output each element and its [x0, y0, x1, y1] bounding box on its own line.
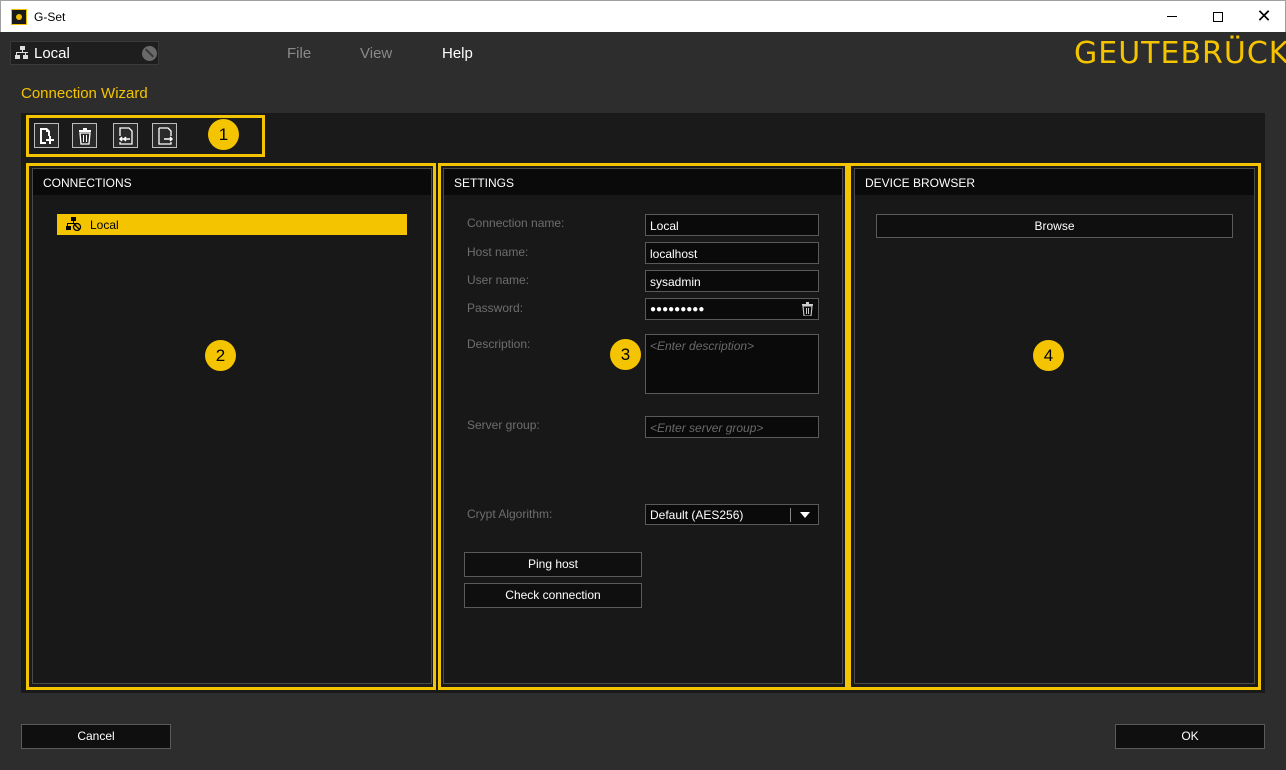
callout-badge: 2: [205, 340, 236, 371]
ok-button[interactable]: OK: [1115, 724, 1265, 749]
callout-badge: 1: [208, 119, 239, 150]
app-header: Local File View Help GEUTEBRÜCK: [1, 32, 1286, 76]
brand-logo: GEUTEBRÜCK: [1074, 36, 1286, 71]
minimize-button[interactable]: [1149, 1, 1195, 32]
close-button[interactable]: ✕: [1241, 1, 1286, 32]
app-icon: [11, 9, 27, 25]
highlight-settings: [438, 163, 848, 690]
callout-badge: 4: [1033, 340, 1064, 371]
network-icon: [15, 46, 28, 59]
highlight-device-browser: [848, 163, 1261, 690]
maximize-icon: [1213, 11, 1223, 22]
menu-help[interactable]: Help: [442, 45, 473, 62]
callout-badge: 3: [610, 339, 641, 370]
close-icon: ✕: [1256, 6, 1272, 26]
menu-file[interactable]: File: [287, 45, 311, 62]
page-title: Connection Wizard: [21, 85, 148, 102]
disconnect-icon[interactable]: [142, 46, 157, 61]
menu-view[interactable]: View: [360, 45, 392, 62]
highlight-connections: [26, 163, 436, 690]
minimize-icon: [1167, 16, 1177, 18]
connection-selector-label: Local: [34, 45, 70, 62]
window-title: G-Set: [34, 10, 66, 24]
connection-selector[interactable]: Local: [10, 41, 159, 65]
maximize-button[interactable]: [1195, 1, 1241, 32]
cancel-button[interactable]: Cancel: [21, 724, 171, 749]
window-title-bar: G-Set ✕: [0, 0, 1286, 32]
